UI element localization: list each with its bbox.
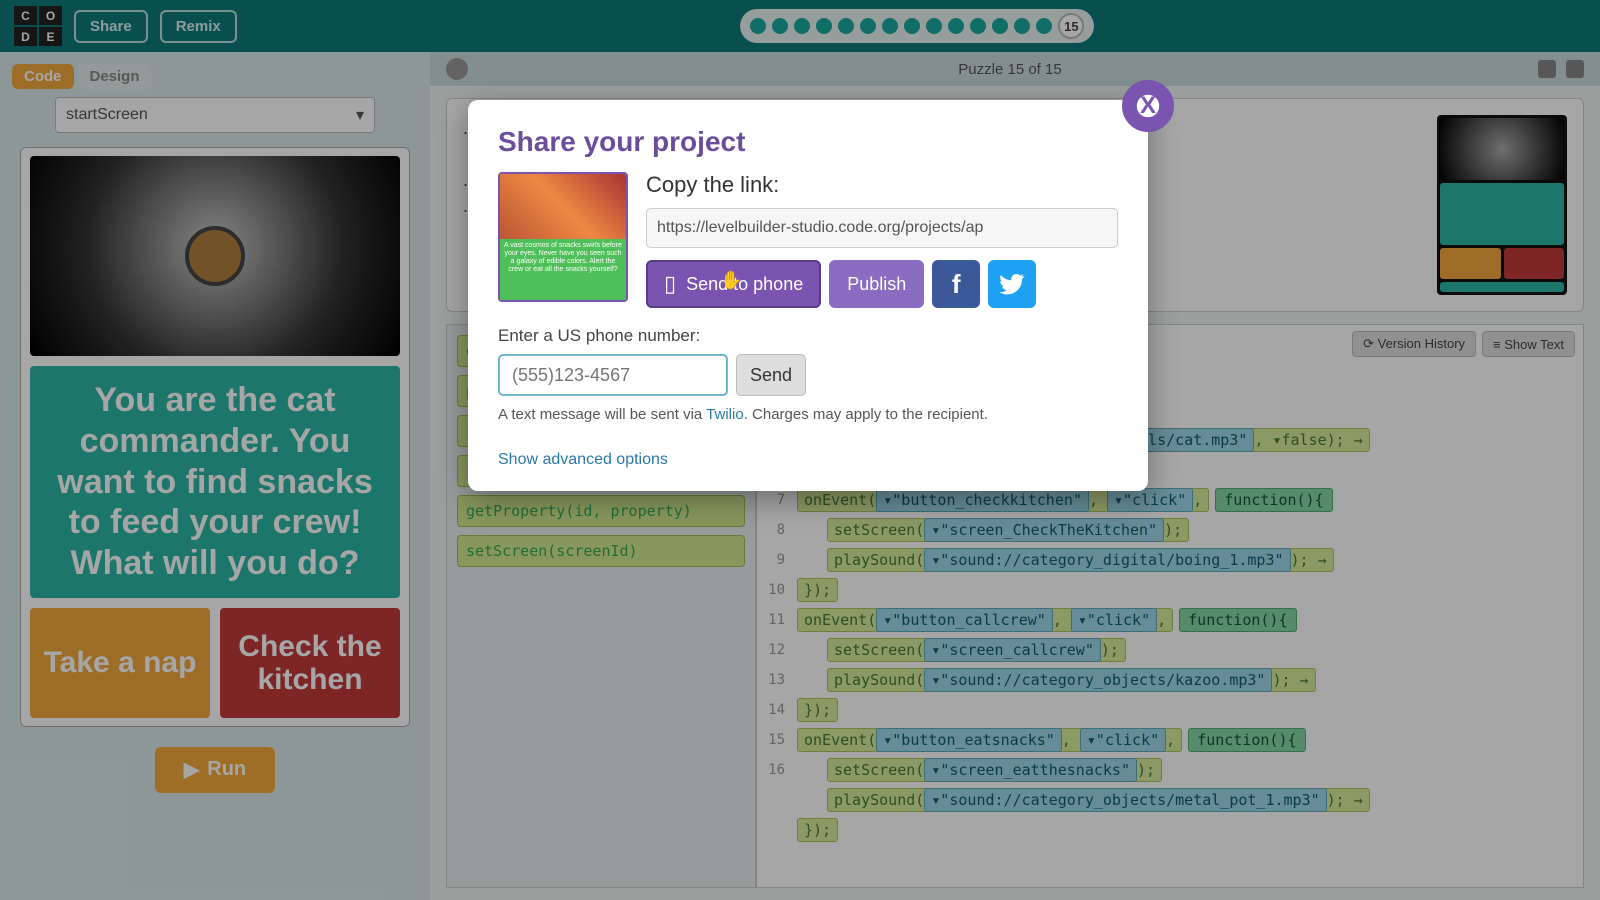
project-thumbnail: A vast cosmos of snacks swirls before yo… (498, 172, 628, 302)
twitter-icon (999, 271, 1025, 297)
modal-title: Share your project (498, 126, 1118, 158)
phone-icon: ▯ (664, 271, 676, 297)
publish-button[interactable]: Publish (829, 260, 924, 308)
copy-link-label: Copy the link: (646, 172, 1118, 198)
thumbnail-caption: A vast cosmos of snacks swirls before yo… (500, 239, 626, 300)
cursor-icon: ✋ (720, 270, 742, 291)
share-modal: X Share your project A vast cosmos of sn… (468, 100, 1148, 491)
sms-disclaimer: A text message will be sent via Twilio. … (498, 406, 1118, 423)
phone-number-input[interactable] (498, 354, 728, 396)
share-link-field[interactable]: https://levelbuilder-studio.code.org/pro… (646, 208, 1118, 248)
twitter-share-button[interactable] (988, 260, 1036, 308)
send-to-phone-label: Send to phone (686, 274, 803, 295)
send-button[interactable]: Send (736, 354, 806, 396)
phone-number-label: Enter a US phone number: (498, 326, 700, 345)
twilio-link[interactable]: Twilio (706, 406, 744, 423)
close-icon[interactable]: X (1122, 80, 1174, 132)
facebook-share-button[interactable]: f (932, 260, 980, 308)
show-advanced-options-link[interactable]: Show advanced options (498, 451, 1118, 469)
